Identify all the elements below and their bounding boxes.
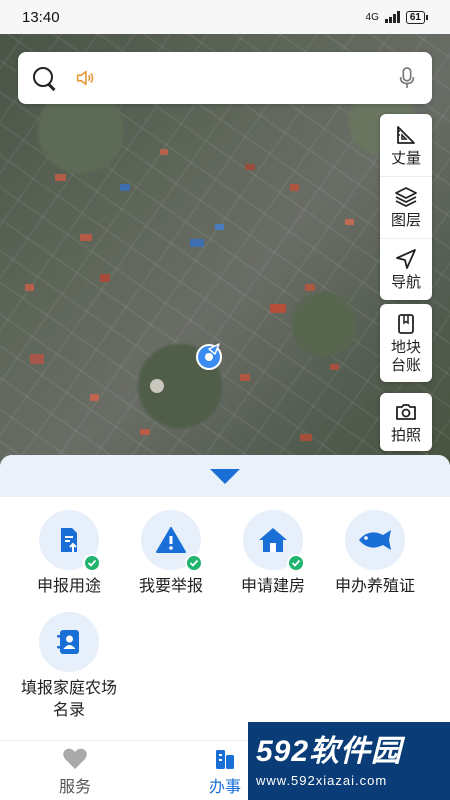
sheet-toggle[interactable] (0, 455, 450, 497)
collapse-arrow-icon[interactable] (210, 468, 240, 484)
search-bar[interactable] (18, 52, 432, 104)
layers-icon (395, 187, 417, 208)
status-indicators: 4G 61 (365, 10, 428, 24)
signal-icon (384, 11, 400, 23)
action-label: 我要举报 (138, 578, 203, 595)
nav-label: 办事 (208, 779, 241, 796)
tool-label: 地块 台账 (391, 339, 421, 375)
action-sheet: 申报用途 我要举报 申请建房 申办养殖证 填报家庭农场 名录 (0, 455, 450, 740)
check-badge-icon (185, 554, 203, 572)
watermark-brand: 592软件园 (256, 734, 403, 768)
contact-book-icon (57, 630, 79, 654)
tool-navigation[interactable]: 导航 (380, 238, 432, 300)
tool-measure[interactable]: 丈量 (380, 114, 432, 176)
action-label-line1: 填报家庭农场 (20, 680, 117, 697)
tool-label: 图层 (390, 212, 421, 229)
action-label: 申报用途 (36, 578, 101, 595)
action-apply-build[interactable]: 申请建房 (218, 510, 328, 598)
tool-label-line2: 台账 (390, 356, 421, 374)
nav-services[interactable]: 服务 (30, 747, 120, 797)
watermark: 592软件园 www.592xiazai.com (248, 722, 450, 800)
watermark-url: www.592xiazai.com (256, 772, 388, 788)
camera-group: 拍照 (380, 393, 432, 451)
tool-layers[interactable]: 图层 (380, 176, 432, 238)
action-icon-bg (345, 510, 405, 570)
fish-icon (359, 530, 391, 550)
action-declare-use[interactable]: 申报用途 (14, 510, 124, 598)
microphone-icon[interactable] (396, 66, 418, 90)
warning-icon (156, 527, 186, 553)
office-icon (216, 750, 234, 769)
location-pin-icon[interactable] (195, 340, 227, 372)
check-badge-icon (83, 554, 101, 572)
search-input[interactable] (104, 69, 396, 87)
action-icon-bg (39, 612, 99, 672)
battery-level: 61 (405, 10, 425, 24)
navigation-icon (396, 249, 416, 269)
status-time: 13:40 (22, 8, 60, 26)
house-icon (259, 528, 287, 552)
ledger-icon (398, 313, 414, 334)
tool-label: 丈量 (390, 149, 421, 167)
heart-icon (63, 748, 87, 769)
search-icon[interactable] (32, 66, 56, 90)
action-label: 申办养殖证 (334, 578, 415, 595)
action-family-farm-list[interactable]: 填报家庭农场 名录 (14, 612, 124, 722)
document-upload-icon (61, 528, 77, 552)
status-bar: 13:40 4G 61 (0, 0, 450, 34)
ruler-icon (397, 125, 415, 144)
action-icon-bg (243, 510, 305, 572)
tool-label: 导航 (390, 274, 421, 291)
action-label: 填报家庭农场 名录 (21, 678, 117, 722)
action-icon-bg (141, 510, 203, 572)
camera-icon (396, 403, 416, 420)
action-aquaculture-license[interactable]: 申办养殖证 (320, 510, 430, 598)
tool-label-line1: 地块 (390, 338, 421, 356)
tool-label: 拍照 (390, 426, 421, 444)
map-tools-group: 丈量 图层 导航 (380, 114, 432, 300)
plot-ledger-group: 地块 台账 (380, 304, 432, 382)
battery-icon: 61 (405, 10, 428, 24)
check-badge-icon (287, 554, 305, 572)
nav-label: 服务 (58, 779, 91, 796)
action-label-line2: 名录 (52, 702, 85, 719)
network-type: 4G (365, 11, 379, 23)
action-icon-bg (39, 510, 101, 572)
speaker-icon[interactable] (74, 67, 96, 89)
tool-camera[interactable]: 拍照 (380, 393, 432, 451)
action-label: 申请建房 (240, 578, 305, 595)
action-report[interactable]: 我要举报 (116, 510, 226, 598)
tool-plot-ledger[interactable]: 地块 台账 (380, 304, 432, 382)
